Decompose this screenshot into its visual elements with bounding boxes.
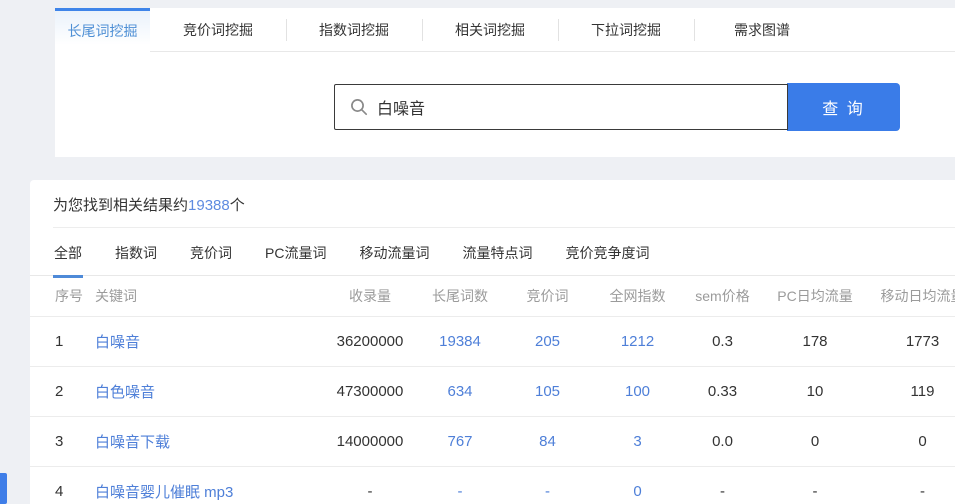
row-index: 4 <box>30 483 95 500</box>
search-panel: 长尾词挖掘 竞价词挖掘 指数词挖掘 相关词挖掘 下拉词挖掘 需求图谱 查 询 <box>55 8 955 157</box>
row-index: 2 <box>30 383 95 400</box>
keyword-link[interactable]: 白噪音下载 <box>95 431 335 452</box>
filter-tabbar: 全部 指数词 竞价词 PC流量词 移动流量词 流量特点词 竞价竞争度词 <box>30 228 955 276</box>
filter-tab-indexword[interactable]: 指数词 <box>114 228 158 278</box>
sem-price: - <box>695 483 750 500</box>
overall-index-link[interactable]: 3 <box>580 433 695 450</box>
tab-demand-graph[interactable]: 需求图谱 <box>694 8 830 52</box>
filter-tab-traffic-feature[interactable]: 流量特点词 <box>461 228 533 278</box>
mobile-daily: 1773 <box>880 333 955 350</box>
tab-label: 相关词挖掘 <box>455 20 525 40</box>
results-panel: 为您找到相关结果约19388个 全部 指数词 竞价词 PC流量词 移动流量词 流… <box>30 180 955 504</box>
col-header-bidword: 竞价词 <box>515 286 580 306</box>
table-row: 4 白噪音婴儿催眠 mp3 - - - 0 - - - <box>30 467 955 504</box>
longtail-count-link[interactable]: 634 <box>405 383 515 400</box>
bidword-link[interactable]: 105 <box>515 383 580 400</box>
bidword-link[interactable]: - <box>515 483 580 500</box>
longtail-count-link[interactable]: - <box>405 483 515 500</box>
tab-relatedword-mining[interactable]: 相关词挖掘 <box>422 8 558 52</box>
longtail-count-link[interactable]: 19384 <box>405 333 515 350</box>
results-summary: 为您找到相关结果约19388个 <box>30 180 955 214</box>
indexed-pages: 47300000 <box>335 383 405 400</box>
search-icon <box>350 98 368 116</box>
search-input-box[interactable] <box>334 84 788 130</box>
overall-index-link[interactable]: 100 <box>580 383 695 400</box>
pc-daily: - <box>750 483 880 500</box>
indexed-pages: - <box>335 483 405 500</box>
overall-index-link[interactable]: 0 <box>580 483 695 500</box>
col-header-pc-daily: PC日均流量 <box>750 286 880 306</box>
keyword-link[interactable]: 白色噪音 <box>95 381 335 402</box>
tab-label: 指数词挖掘 <box>319 20 389 40</box>
col-header-indexed-pages: 收录量 <box>335 286 405 306</box>
col-header-mobile-daily: 移动日均流量 <box>880 286 955 306</box>
table-row: 2 白色噪音 47300000 634 105 100 0.33 10 119 <box>30 367 955 417</box>
mobile-daily: 119 <box>880 383 955 400</box>
filter-tab-mobile-traffic[interactable]: 移动流量词 <box>358 228 430 278</box>
results-suffix: 个 <box>230 197 245 214</box>
overall-index-link[interactable]: 1212 <box>580 333 695 350</box>
tab-label: 需求图谱 <box>734 20 790 40</box>
keyword-link[interactable]: 白噪音婴儿催眠 mp3 <box>95 481 335 502</box>
bidword-link[interactable]: 84 <box>515 433 580 450</box>
mobile-daily: 0 <box>880 433 955 450</box>
row-index: 3 <box>30 433 95 450</box>
tab-label: 下拉词挖掘 <box>591 20 661 40</box>
side-floating-widget[interactable] <box>0 473 7 504</box>
row-index: 1 <box>30 333 95 350</box>
query-button[interactable]: 查 询 <box>787 83 900 131</box>
indexed-pages: 36200000 <box>335 333 405 350</box>
col-header-sem-price: sem价格 <box>695 286 750 306</box>
results-prefix: 为您找到相关结果约 <box>53 197 188 214</box>
col-header-keyword: 关键词 <box>95 286 335 306</box>
sem-price: 0.0 <box>695 433 750 450</box>
pc-daily: 0 <box>750 433 880 450</box>
results-count: 19388 <box>188 197 230 214</box>
pc-daily: 178 <box>750 333 880 350</box>
search-bar: 查 询 <box>334 83 955 131</box>
table-row: 1 白噪音 36200000 19384 205 1212 0.3 178 17… <box>30 317 955 367</box>
sem-price: 0.33 <box>695 383 750 400</box>
keyword-search-input[interactable] <box>377 85 787 129</box>
bidword-link[interactable]: 205 <box>515 333 580 350</box>
filter-tab-all[interactable]: 全部 <box>53 228 83 278</box>
filter-tab-pc-traffic[interactable]: PC流量词 <box>264 228 327 278</box>
tab-bidword-mining[interactable]: 竞价词挖掘 <box>150 8 286 52</box>
col-header-index: 序号 <box>30 286 95 306</box>
tab-dropdownword-mining[interactable]: 下拉词挖掘 <box>558 8 694 52</box>
col-header-overall-index: 全网指数 <box>580 286 695 306</box>
tab-label: 长尾词挖掘 <box>68 21 138 41</box>
tab-longtail-mining[interactable]: 长尾词挖掘 <box>55 8 150 52</box>
col-header-longtail-count: 长尾词数 <box>405 286 515 306</box>
pc-daily: 10 <box>750 383 880 400</box>
filter-tab-bidword[interactable]: 竞价词 <box>189 228 233 278</box>
keyword-table: 序号 关键词 收录量 长尾词数 竞价词 全网指数 sem价格 PC日均流量 移动… <box>30 276 955 504</box>
main-tabbar: 长尾词挖掘 竞价词挖掘 指数词挖掘 相关词挖掘 下拉词挖掘 需求图谱 <box>55 8 955 52</box>
indexed-pages: 14000000 <box>335 433 405 450</box>
keyword-link[interactable]: 白噪音 <box>95 331 335 352</box>
tab-label: 竞价词挖掘 <box>183 20 253 40</box>
mobile-daily: - <box>880 483 955 500</box>
filter-tab-bid-competition[interactable]: 竞价竞争度词 <box>564 228 650 278</box>
table-row: 3 白噪音下载 14000000 767 84 3 0.0 0 0 <box>30 417 955 467</box>
sem-price: 0.3 <box>695 333 750 350</box>
table-header-row: 序号 关键词 收录量 长尾词数 竞价词 全网指数 sem价格 PC日均流量 移动… <box>30 276 955 317</box>
longtail-count-link[interactable]: 767 <box>405 433 515 450</box>
tab-indexword-mining[interactable]: 指数词挖掘 <box>286 8 422 52</box>
